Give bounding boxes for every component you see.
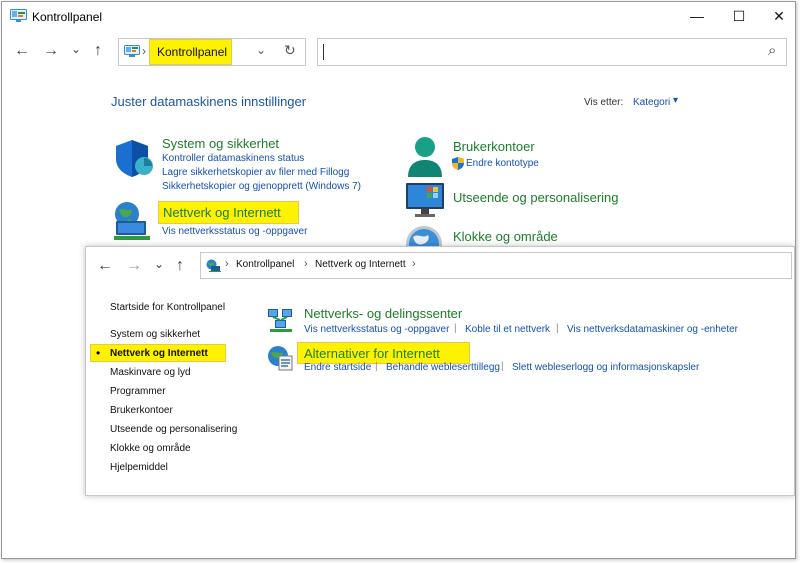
inner-address-chevron-0: › <box>225 258 229 270</box>
search-icon[interactable]: ⌕ <box>768 42 776 59</box>
window-title: Kontrollpanel <box>32 10 103 24</box>
uac-shield-icon <box>452 157 464 170</box>
search-input[interactable] <box>317 38 787 66</box>
maximize-button[interactable]: ☐ <box>724 8 754 24</box>
sidebar-item-network-internet[interactable]: Nettverk og Internett <box>110 348 208 359</box>
shield-icon[interactable] <box>112 137 156 179</box>
address-separator: › <box>142 44 146 58</box>
view-by-dropdown[interactable]: Kategori <box>633 97 670 108</box>
sidebar-item-programs[interactable]: Programmer <box>110 386 166 397</box>
link-check-status[interactable]: Kontroller datamaskinens status <box>162 153 304 164</box>
control-panel-window: Kontrollpanel — ☐ ✕ ← → ⌄ ↑ › Kontrollpa… <box>1 1 796 559</box>
link-change-account-type[interactable]: Endre kontotype <box>466 158 539 169</box>
inner-forward-button[interactable]: → <box>126 257 142 275</box>
address-crumb-kontrollpanel[interactable]: Kontrollpanel <box>157 45 227 59</box>
sidebar-item-accessibility[interactable]: Hjelpemiddel <box>110 462 168 473</box>
category-system-security[interactable]: System og sikkerhet <box>162 136 279 151</box>
close-button[interactable]: ✕ <box>764 8 794 24</box>
refresh-button[interactable]: ↻ <box>284 42 296 59</box>
clock-region-globe-icon[interactable] <box>403 224 445 246</box>
sidebar-item-appearance[interactable]: Utseende og personalisering <box>110 424 237 435</box>
link-network-status[interactable]: Vis nettverksstatus og -oppgaver <box>162 226 307 237</box>
network-globe-icon[interactable] <box>112 201 154 241</box>
network-sharing-center-icon[interactable] <box>267 307 295 333</box>
link-file-history[interactable]: Lagre sikkerhetskopier av filer med Fill… <box>162 167 349 178</box>
sidebar-item-user-accounts[interactable]: Brukerkontoer <box>110 405 173 416</box>
link-view-network-status[interactable]: Vis nettverksstatus og -oppgaver <box>304 324 449 335</box>
text-cursor <box>323 44 324 60</box>
inner-back-button[interactable]: ← <box>97 257 113 275</box>
link-backup-restore[interactable]: Sikkerhetskopier og gjenopprett (Windows… <box>162 181 361 192</box>
sidebar-item-system-security[interactable]: System og sikkerhet <box>110 329 200 340</box>
control-panel-app-icon <box>10 9 27 22</box>
category-clock-region[interactable]: Klokke og område <box>453 229 558 244</box>
view-by-label: Vis etter: <box>584 97 624 108</box>
recent-locations-button[interactable]: ⌄ <box>71 40 81 58</box>
link-separator: | <box>501 361 504 372</box>
sidebar-active-bullet: • <box>96 346 101 360</box>
link-change-homepage[interactable]: Endre startside <box>304 362 371 373</box>
section-internet-options[interactable]: Alternativer for Internett <box>304 346 440 361</box>
forward-button[interactable]: → <box>43 42 59 60</box>
minimize-button[interactable]: — <box>682 8 712 24</box>
page-heading: Juster datamaskinens innstillinger <box>111 94 307 109</box>
section-network-sharing-center[interactable]: Nettverks- og delingssenter <box>304 306 462 321</box>
up-button[interactable]: ↑ <box>94 42 102 60</box>
sidebar-item-hardware-sound[interactable]: Maskinvare og lyd <box>110 367 191 378</box>
inner-location-icon <box>206 259 221 272</box>
category-appearance[interactable]: Utseende og personalisering <box>453 190 619 205</box>
back-button[interactable]: ← <box>14 42 30 60</box>
control-panel-location-icon <box>124 45 140 58</box>
link-separator: | <box>556 323 559 334</box>
inner-crumb-network[interactable]: Nettverk og Internett <box>315 259 406 270</box>
address-dropdown-button[interactable]: ⌄ <box>256 43 266 57</box>
inner-up-button[interactable]: ↑ <box>176 257 184 275</box>
user-accounts-icon[interactable] <box>405 135 445 177</box>
link-view-network-devices[interactable]: Vis nettverksdatamaskiner og -enheter <box>567 324 738 335</box>
appearance-monitor-icon[interactable] <box>405 182 445 218</box>
link-separator: | <box>454 323 457 334</box>
category-user-accounts[interactable]: Brukerkontoer <box>453 139 535 154</box>
network-internet-panel: ← → ⌄ ↑ › Kontrollpanel › Nettverk og In… <box>85 246 795 496</box>
link-connect-network[interactable]: Koble til et nettverk <box>465 324 550 335</box>
sidebar-home-link[interactable]: Startside for Kontrollpanel <box>110 302 225 313</box>
inner-address-chevron-2: › <box>412 258 416 270</box>
internet-options-icon[interactable] <box>267 345 293 371</box>
link-manage-addons[interactable]: Behandle webleserttillegg <box>386 362 500 373</box>
inner-recent-button[interactable]: ⌄ <box>154 255 164 273</box>
link-delete-browsing-history[interactable]: Slett webleserlogg og informasjonskapsle… <box>512 362 699 373</box>
inner-address-chevron-1: › <box>304 258 308 270</box>
category-network-internet[interactable]: Nettverk og Internett <box>163 205 281 220</box>
sidebar-item-clock-region[interactable]: Klokke og område <box>110 443 191 454</box>
view-by-arrow-icon[interactable]: ▾ <box>673 95 678 106</box>
link-separator: | <box>375 361 378 372</box>
inner-crumb-kontrollpanel[interactable]: Kontrollpanel <box>236 259 294 270</box>
